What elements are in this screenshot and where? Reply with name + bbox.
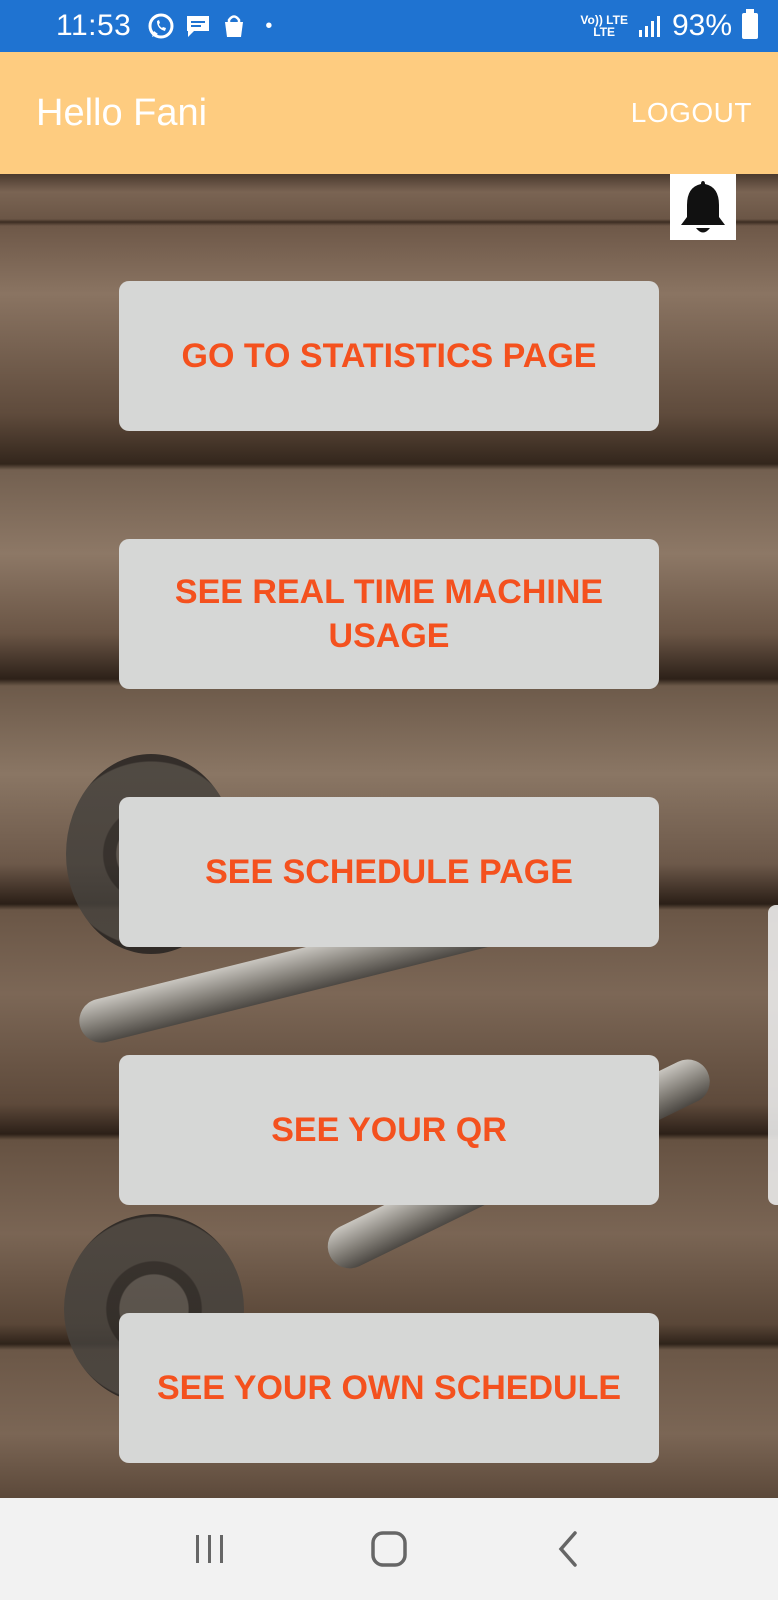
own-schedule-label: SEE YOUR OWN SCHEDULE	[156, 1369, 622, 1407]
logout-button[interactable]: LOGOUT	[631, 97, 752, 129]
schedule-page-label: SEE SCHEDULE PAGE	[205, 853, 573, 891]
qr-label: SEE YOUR QR	[271, 1111, 507, 1149]
realtime-usage-label-line1: SEE REAL TIME MACHINE	[174, 573, 604, 611]
battery-icon	[742, 9, 758, 39]
status-notification-icons	[147, 12, 247, 40]
network-bottom-label: LTE	[593, 25, 616, 39]
statistics-page-label: GO TO STATISTICS PAGE	[181, 337, 597, 375]
back-button[interactable]	[538, 1519, 598, 1579]
battery-percent: 93%	[671, 9, 732, 42]
home-button[interactable]	[359, 1519, 419, 1579]
status-more-dot: •	[265, 14, 273, 37]
status-bar: 11:53 • Vo)) LTE LTE 93%	[0, 0, 778, 52]
system-nav-bar	[0, 1498, 778, 1600]
home-icon	[371, 1531, 407, 1567]
app-bar: Hello Fani LOGOUT	[0, 52, 778, 174]
recent-apps-button[interactable]	[180, 1519, 240, 1579]
message-icon	[187, 16, 210, 37]
back-icon	[558, 1531, 578, 1567]
realtime-usage-label-line2: USAGE	[328, 617, 450, 655]
recent-apps-icon	[195, 1535, 223, 1563]
realtime-usage-button[interactable]: SEE REAL TIME MACHINE USAGE	[119, 539, 659, 689]
shopping-bag-icon	[225, 15, 244, 37]
whatsapp-icon	[148, 13, 174, 39]
greeting-title: Hello Fani	[36, 91, 208, 134]
signal-icon	[638, 16, 660, 37]
edge-panel-handle[interactable]	[768, 905, 778, 1205]
statistics-page-button[interactable]: GO TO STATISTICS PAGE	[119, 281, 659, 431]
qr-button[interactable]: SEE YOUR QR	[119, 1055, 659, 1205]
status-time: 11:53	[56, 9, 132, 42]
network-indicator: Vo)) LTE LTE	[580, 14, 628, 38]
status-right: Vo)) LTE LTE 93%	[580, 9, 758, 43]
schedule-page-button[interactable]: SEE SCHEDULE PAGE	[119, 797, 659, 947]
own-schedule-button[interactable]: SEE YOUR OWN SCHEDULE	[119, 1313, 659, 1463]
notification-button[interactable]	[670, 174, 736, 240]
bell-icon	[681, 181, 725, 233]
